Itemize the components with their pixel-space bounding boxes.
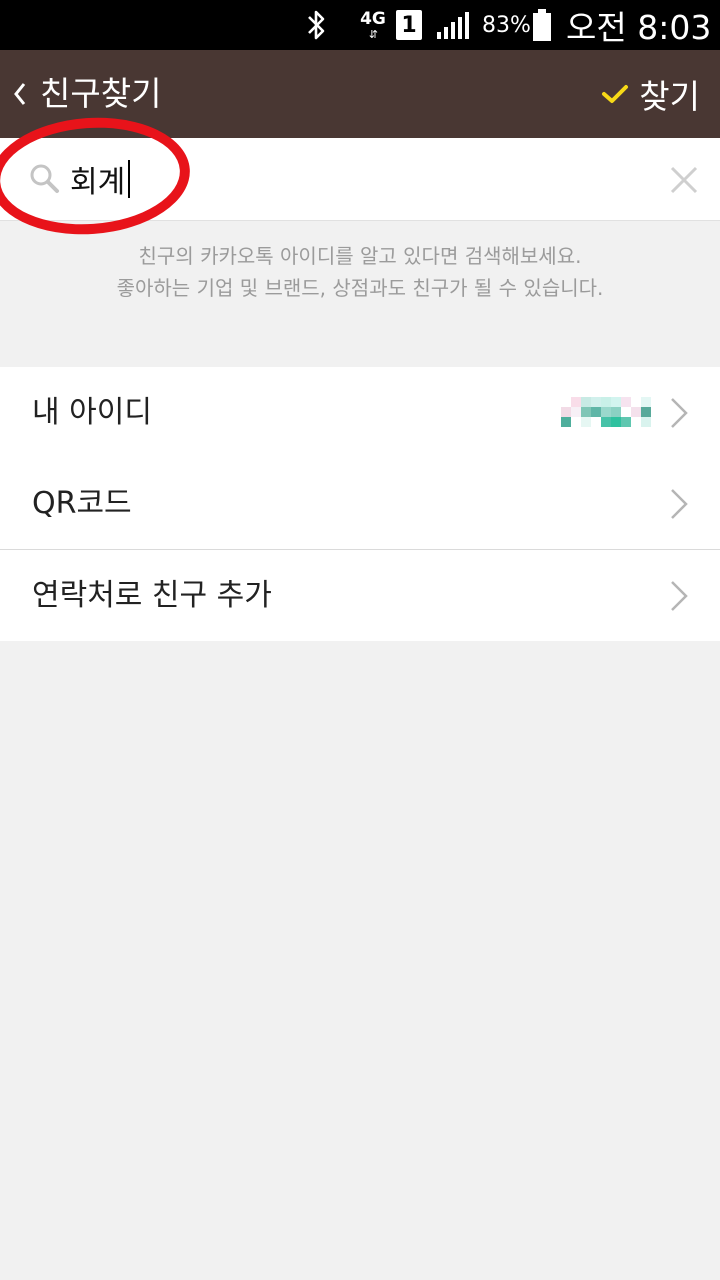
chevron-right-icon (671, 581, 688, 611)
menu-item-label: 내 아이디 (32, 395, 152, 430)
find-button-label: 찾기 (639, 77, 700, 116)
find-button[interactable]: 찾기 (601, 50, 700, 138)
status-time: 오전 8:03 (566, 8, 712, 47)
network-arrows-icon: ⇵ (368, 27, 378, 41)
menu-item-qr-code[interactable]: QR코드 (0, 458, 720, 549)
network-indicator: 4G ⇵ (355, 0, 391, 50)
clear-search-icon[interactable] (668, 164, 700, 196)
menu-item-add-from-contacts[interactable]: 연락처로 친구 추가 (0, 549, 720, 641)
battery-percent: 83% (482, 12, 531, 38)
bluetooth-icon (300, 0, 334, 50)
page-title: 친구찾기 (40, 74, 162, 113)
check-icon (602, 85, 629, 103)
search-hint: 친구의 카카오톡 아이디를 알고 있다면 검색해보세요. 좋아하는 기업 및 브… (0, 240, 720, 304)
search-icon (30, 164, 59, 193)
menu-item-label: 연락처로 친구 추가 (32, 578, 272, 613)
menu-item-label: QR코드 (32, 486, 132, 521)
sim-slot-badge: 1 (396, 10, 422, 40)
back-chevron-icon[interactable] (10, 76, 30, 112)
network-type: 4G (360, 8, 386, 29)
chevron-right-icon (671, 489, 688, 519)
app-bar: 친구찾기 찾기 (0, 50, 720, 138)
chevron-right-icon (671, 398, 688, 428)
pixelated-id (561, 397, 651, 427)
signal-icon (436, 0, 476, 50)
find-friends-menu: 내 아이디 QR코드 연락처로 친구 추가 (0, 367, 720, 641)
text-caret (128, 160, 130, 198)
search-input[interactable] (70, 156, 610, 202)
menu-item-my-id[interactable]: 내 아이디 (0, 367, 720, 458)
search-bar (0, 138, 720, 221)
hint-line-2: 좋아하는 기업 및 브랜드, 상점과도 친구가 될 수 있습니다. (116, 276, 604, 300)
battery-icon (532, 0, 556, 50)
status-bar: 4G ⇵ 1 83% 오전 8:03 (0, 0, 720, 50)
hint-line-1: 친구의 카카오톡 아이디를 알고 있다면 검색해보세요. (138, 244, 582, 268)
